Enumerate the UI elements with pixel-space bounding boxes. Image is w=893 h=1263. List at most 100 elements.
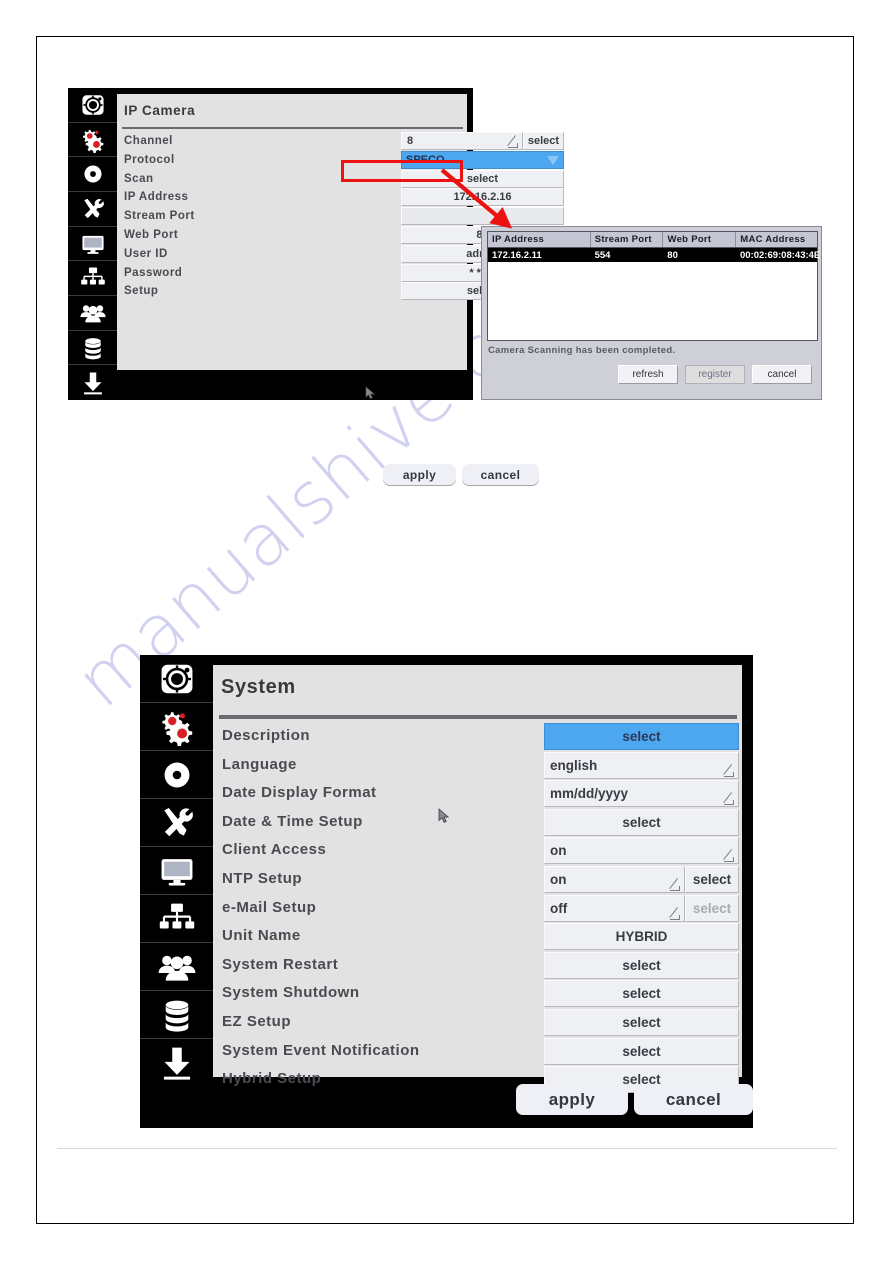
row-label: Unit Name: [222, 927, 301, 945]
row-extra-select-button: select: [685, 894, 739, 922]
edit-field-glyph: [723, 792, 735, 806]
row-label: System Restart: [222, 955, 339, 973]
row-value-text: on: [550, 843, 567, 859]
row-label: EZ Setup: [222, 1013, 292, 1030]
page-divider-rule: [57, 1148, 837, 1149]
tools-icon: [80, 196, 106, 222]
sidebar-item-storage[interactable]: [68, 331, 117, 366]
system-body: System Description select Language english D…: [213, 665, 742, 1094]
row-value-control[interactable]: english: [544, 751, 739, 779]
sidebar-item-gears[interactable]: [68, 123, 117, 158]
row-value-text: select: [622, 1043, 661, 1059]
sidebar-item-download[interactable]: [68, 365, 117, 400]
system-apply-button[interactable]: apply: [516, 1084, 628, 1115]
row-value-text: select: [466, 172, 499, 185]
row-label: Stream Port: [124, 210, 195, 223]
row-value-text: select: [622, 986, 661, 1002]
table-column-header: Web Port: [663, 232, 737, 247]
ip-camera-sidebar: [68, 88, 117, 400]
cancel-button[interactable]: cancel: [752, 365, 812, 384]
system-sidebar: [140, 655, 213, 1128]
table-row[interactable]: 172.16.2.11 554 80 00:02:69:08:43:4E: [488, 248, 821, 262]
row-value-control[interactable]: 172.16.2.16: [401, 188, 564, 207]
sidebar-item-camera[interactable]: [140, 655, 213, 703]
row-label: System Shutdown: [222, 984, 360, 1002]
camera-scan-table-header: IP Address Stream Port Web Port MAC Address: [488, 232, 817, 248]
row-extra-label: select: [527, 135, 560, 147]
monitor-icon: [80, 231, 106, 257]
row-label: Web Port: [124, 229, 179, 241]
row-label: Client Access: [222, 841, 327, 859]
ip-camera-apply-button[interactable]: apply: [383, 464, 456, 485]
row-value-control[interactable]: select: [544, 723, 739, 750]
row-value-text: HYBRID: [615, 929, 668, 945]
sidebar-item-camera[interactable]: [68, 88, 117, 123]
title-rule: [219, 715, 737, 719]
row-value-control[interactable]: select: [544, 980, 739, 1008]
sidebar-item-users[interactable]: [140, 943, 213, 991]
row-label: NTP Setup: [222, 870, 303, 887]
mouse-cursor-icon: [365, 386, 375, 400]
row-label: Scan: [124, 172, 154, 185]
row-value-control[interactable]: select: [544, 951, 739, 979]
row-label: Date Display Format: [222, 784, 377, 802]
camera-scan-table: IP Address Stream Port Web Port MAC Address…: [487, 231, 821, 341]
table-column-header: MAC Address: [740, 234, 806, 245]
table-cell: 554: [594, 249, 611, 261]
row-value-text: select: [622, 729, 661, 744]
row-value-control[interactable]: on: [544, 837, 739, 865]
sidebar-item-gears[interactable]: [140, 703, 213, 751]
monitor-icon: [158, 852, 196, 890]
scan-select-highlight: [341, 160, 463, 182]
refresh-button[interactable]: refresh: [618, 365, 678, 384]
gears-icon: [80, 127, 106, 153]
sidebar-item-monitor[interactable]: [140, 847, 213, 895]
sidebar-item-record-disc[interactable]: [68, 157, 117, 193]
row-extra-label: select: [692, 900, 732, 916]
edit-field-glyph: [723, 763, 735, 777]
row-extra-label: select: [692, 872, 732, 887]
row-label: Setup: [124, 285, 159, 298]
ip-camera-title: IP Camera: [124, 103, 196, 118]
system-dialog: System Description select Language english D…: [140, 655, 753, 1128]
row-extra-select-button[interactable]: select: [685, 866, 739, 893]
sidebar-item-storage[interactable]: [140, 991, 213, 1039]
sidebar-item-tools[interactable]: [140, 799, 213, 847]
sidebar-item-tools[interactable]: [68, 192, 117, 227]
sidebar-item-record-disc[interactable]: [140, 751, 213, 799]
table-cell: 00:02:69:08:43:4E: [739, 249, 821, 261]
users-icon: [158, 948, 196, 986]
row-value-text: 172.16.2.16: [453, 191, 512, 204]
camera-icon: [80, 92, 106, 118]
row-value-text: select: [622, 957, 661, 973]
storage-icon: [80, 335, 106, 361]
table-column-header: Stream Port: [591, 232, 664, 247]
row-value-control[interactable]: select: [544, 1037, 739, 1065]
row-value-control[interactable]: on: [544, 866, 685, 893]
sidebar-item-network[interactable]: [68, 261, 117, 297]
sidebar-item-download[interactable]: [140, 1039, 213, 1087]
table-column-header: IP Address: [488, 232, 591, 247]
network-icon: [80, 265, 106, 291]
row-label: Hybrid Setup: [222, 1070, 322, 1088]
record-disc-icon: [158, 756, 196, 794]
row-extra-select-button[interactable]: select: [523, 132, 564, 150]
system-cancel-button[interactable]: cancel: [634, 1084, 753, 1115]
users-icon: [79, 300, 106, 326]
sidebar-item-network[interactable]: [140, 895, 213, 943]
register-button[interactable]: register: [685, 365, 745, 384]
table-cell: 80: [667, 249, 678, 261]
sidebar-item-monitor[interactable]: [68, 227, 117, 262]
row-label: Description: [222, 727, 311, 744]
sidebar-item-users[interactable]: [68, 296, 117, 331]
row-value-control[interactable]: select: [544, 808, 739, 836]
ip-camera-body: IP Camera Channel 8 select Protocol SPECO Sca…: [117, 94, 564, 370]
row-value-control[interactable]: select: [544, 1009, 739, 1036]
row-value-control[interactable]: mm/dd/yyyy: [544, 780, 739, 808]
edit-field-glyph: [669, 906, 681, 920]
row-value-control[interactable]: off: [544, 894, 685, 922]
ip-camera-cancel-button[interactable]: cancel: [462, 464, 539, 485]
row-label: Channel: [124, 135, 173, 147]
row-value-control[interactable]: HYBRID: [544, 923, 739, 951]
row-value-control[interactable]: 8: [401, 132, 523, 150]
